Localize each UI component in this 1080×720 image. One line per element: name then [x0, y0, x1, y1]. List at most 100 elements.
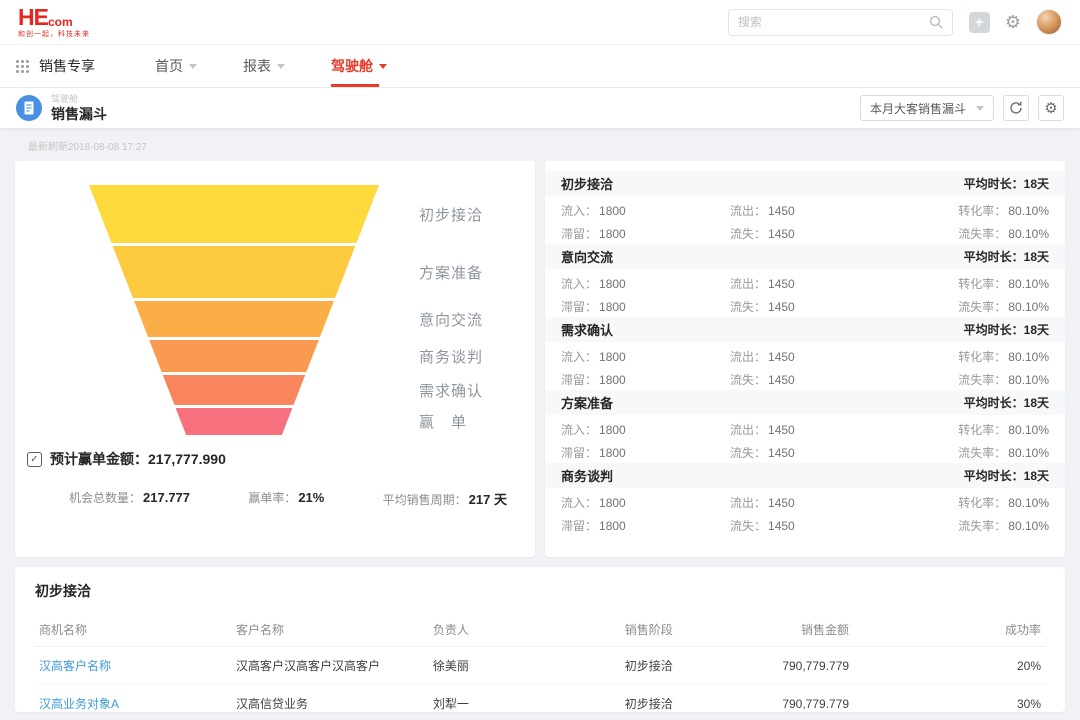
main-nav: 销售专享 首页 报表 驾驶舱 [0, 45, 1080, 88]
chevron-down-icon [379, 64, 387, 69]
add-button[interactable]: + [969, 12, 990, 33]
customer-cell: 汉高客户汉高客户汉高客户 [232, 647, 429, 685]
funnel-card: 初步接洽 方案准备 意向交流 商务谈判 需求确认 赢 单 ✓ 预计赢单金额： 2… [15, 161, 535, 557]
funnel-stats: 机会总数量：217.777 赢单率：21% 平均销售周期：217 天 [27, 489, 519, 508]
funnel-segment [89, 246, 379, 298]
logo-he: HE [18, 6, 48, 29]
stage-panel-head: 需求确认 平均时长：18天 [545, 317, 1065, 342]
stage-panel-row: 流入：1800 流出：1450 转化率：80.10% [545, 415, 1065, 438]
funnel-stage-label: 商务谈判 [419, 340, 483, 372]
stage-panel-row: 滞留：1800 流失：1450 流失率：80.10% [545, 292, 1065, 315]
owner-cell: 徐美丽 [429, 647, 621, 685]
stage-avg-duration: 平均时长：18天 [964, 467, 1049, 484]
opportunities-table: 商机名称 客户名称 负责人 销售阶段 销售金额 成功率 汉高客户名称 汉高客户汉… [35, 613, 1045, 712]
chevron-down-icon [277, 64, 285, 69]
success-cell: 20% [853, 647, 1045, 685]
stage-panel-head: 意向交流 平均时长：18天 [545, 244, 1065, 269]
funnel-stage-label: 意向交流 [419, 301, 483, 337]
refresh-button[interactable] [1003, 95, 1029, 121]
stage-avg-duration: 平均时长：18天 [964, 248, 1049, 265]
funnel-labels: 初步接洽 方案准备 意向交流 商务谈判 需求确认 赢 单 [419, 185, 483, 435]
stat-avg-cycle: 平均销售周期：217 天 [383, 489, 507, 508]
funnel-segment [89, 185, 379, 243]
apps-grid-icon[interactable] [16, 60, 29, 73]
nav-item-dashboard[interactable]: 驾驶舱 [331, 45, 387, 87]
user-avatar[interactable] [1036, 9, 1062, 35]
funnel-stage-label: 需求确认 [419, 375, 483, 405]
expected-amount: ✓ 预计赢单金额： 217,777.990 [27, 449, 519, 469]
stage-panel-row: 流入：1800 流出：1450 转化率：80.10% [545, 196, 1065, 219]
nav-item-reports[interactable]: 报表 [243, 45, 285, 87]
global-search[interactable] [728, 9, 953, 36]
funnel-stage-label: 方案准备 [419, 246, 483, 298]
stage-panel-title: 方案准备 [561, 393, 613, 412]
logo-tagline: 和创一起，科技未来 [18, 31, 90, 38]
page-title: 销售漏斗 [51, 107, 107, 121]
add-icon: + [975, 15, 984, 30]
title-block: 驾驶舱 销售漏斗 [51, 95, 107, 121]
stage-panel: 意向交流 平均时长：18天 流入：1800 流出：1450 转化率：80.10%… [545, 244, 1065, 315]
stage-avg-duration: 平均时长：18天 [964, 175, 1049, 192]
stat-win-rate: 赢单率：21% [248, 489, 324, 508]
stage-panel-row: 滞留：1800 流失：1450 流失率：80.10% [545, 219, 1065, 242]
expected-amount-label: 预计赢单金额： [50, 449, 148, 469]
opportunity-link[interactable]: 汉高业务对象A [35, 685, 232, 713]
col-customer: 客户名称 [232, 613, 429, 647]
funnel-filter-select[interactable]: 本月大客销售漏斗 [860, 95, 994, 121]
stage-panel-row: 滞留：1800 流失：1450 流失率：80.10% [545, 365, 1065, 388]
table-row: 汉高业务对象A 汉高信贷业务 刘犁一 初步接洽 790,779.779 30% [35, 685, 1045, 713]
stage-avg-duration: 平均时长：18天 [964, 394, 1049, 411]
stage-panel-row: 流入：1800 流出：1450 转化率：80.10% [545, 269, 1065, 292]
workspace-name[interactable]: 销售专享 [39, 56, 95, 76]
dashboard-settings-button[interactable]: ⚙ [1038, 95, 1064, 121]
customer-cell: 汉高信贷业务 [232, 685, 429, 713]
success-cell: 30% [853, 685, 1045, 713]
col-stage: 销售阶段 [621, 613, 732, 647]
funnel-chart [89, 185, 379, 435]
gear-icon: ⚙ [1044, 101, 1057, 116]
stage-panel-head: 初步接洽 平均时长：18天 [545, 171, 1065, 196]
chevron-down-icon [976, 106, 984, 111]
funnel-segment [89, 375, 379, 405]
col-opportunity: 商机名称 [35, 613, 232, 647]
opportunities-table-card: 初步接洽 商机名称 客户名称 负责人 销售阶段 销售金额 成功率 [15, 567, 1065, 712]
stage-avg-duration: 平均时长：18天 [964, 321, 1049, 338]
table-row: 汉高客户名称 汉高客户汉高客户汉高客户 徐美丽 初步接洽 790,779.779… [35, 647, 1045, 685]
stage-cell: 初步接洽 [621, 685, 732, 713]
brand-logo[interactable]: HEcom 和创一起，科技未来 [18, 6, 90, 38]
stage-panel-row: 流入：1800 流出：1450 转化率：80.10% [545, 342, 1065, 365]
stage-panel-title: 意向交流 [561, 247, 613, 266]
stage-panel-title: 初步接洽 [561, 174, 613, 193]
funnel-segment [89, 408, 379, 435]
table-header-row: 商机名称 客户名称 负责人 销售阶段 销售金额 成功率 [35, 613, 1045, 647]
stage-panel-row: 流入：1800 流出：1450 转化率：80.10% [545, 488, 1065, 511]
nav-item-home[interactable]: 首页 [155, 45, 197, 87]
search-input[interactable] [738, 15, 929, 29]
expected-amount-value: 217,777.990 [148, 451, 226, 467]
funnel-wrap: 初步接洽 方案准备 意向交流 商务谈判 需求确认 赢 单 [89, 185, 519, 435]
settings-icon[interactable]: ⚙ [1005, 13, 1021, 31]
cards-row: 初步接洽 方案准备 意向交流 商务谈判 需求确认 赢 单 ✓ 预计赢单金额： 2… [15, 161, 1065, 557]
nav-items: 首页 报表 驾驶舱 [155, 45, 433, 87]
stage-panel: 商务谈判 平均时长：18天 流入：1800 流出：1450 转化率：80.10%… [545, 463, 1065, 534]
stage-panel-head: 商务谈判 平均时长：18天 [545, 463, 1065, 488]
funnel-stage-label: 初步接洽 [419, 185, 483, 243]
search-icon [929, 15, 943, 29]
top-header: HEcom 和创一起，科技未来 + ⚙ [0, 0, 1080, 45]
logo-com: com [48, 16, 73, 29]
dashboard-doc-icon [16, 95, 42, 121]
stage-panel-row: 滞留：1800 流失：1450 流失率：80.10% [545, 511, 1065, 534]
opportunity-link[interactable]: 汉高客户名称 [35, 647, 232, 685]
owner-cell: 刘犁一 [429, 685, 621, 713]
check-icon: ✓ [27, 452, 42, 467]
refresh-icon [1009, 101, 1023, 115]
stat-total-opportunities: 机会总数量：217.777 [69, 489, 190, 508]
amount-cell: 790,779.779 [732, 685, 853, 713]
stage-panel: 需求确认 平均时长：18天 流入：1800 流出：1450 转化率：80.10%… [545, 317, 1065, 388]
stage-panel-row: 滞留：1800 流失：1450 流失率：80.10% [545, 438, 1065, 461]
chevron-down-icon [189, 64, 197, 69]
page-header: 驾驶舱 销售漏斗 本月大客销售漏斗 ⚙ [0, 88, 1080, 128]
col-success: 成功率 [853, 613, 1045, 647]
funnel-stage-label: 赢 单 [419, 408, 483, 435]
stage-panel: 方案准备 平均时长：18天 流入：1800 流出：1450 转化率：80.10%… [545, 390, 1065, 461]
